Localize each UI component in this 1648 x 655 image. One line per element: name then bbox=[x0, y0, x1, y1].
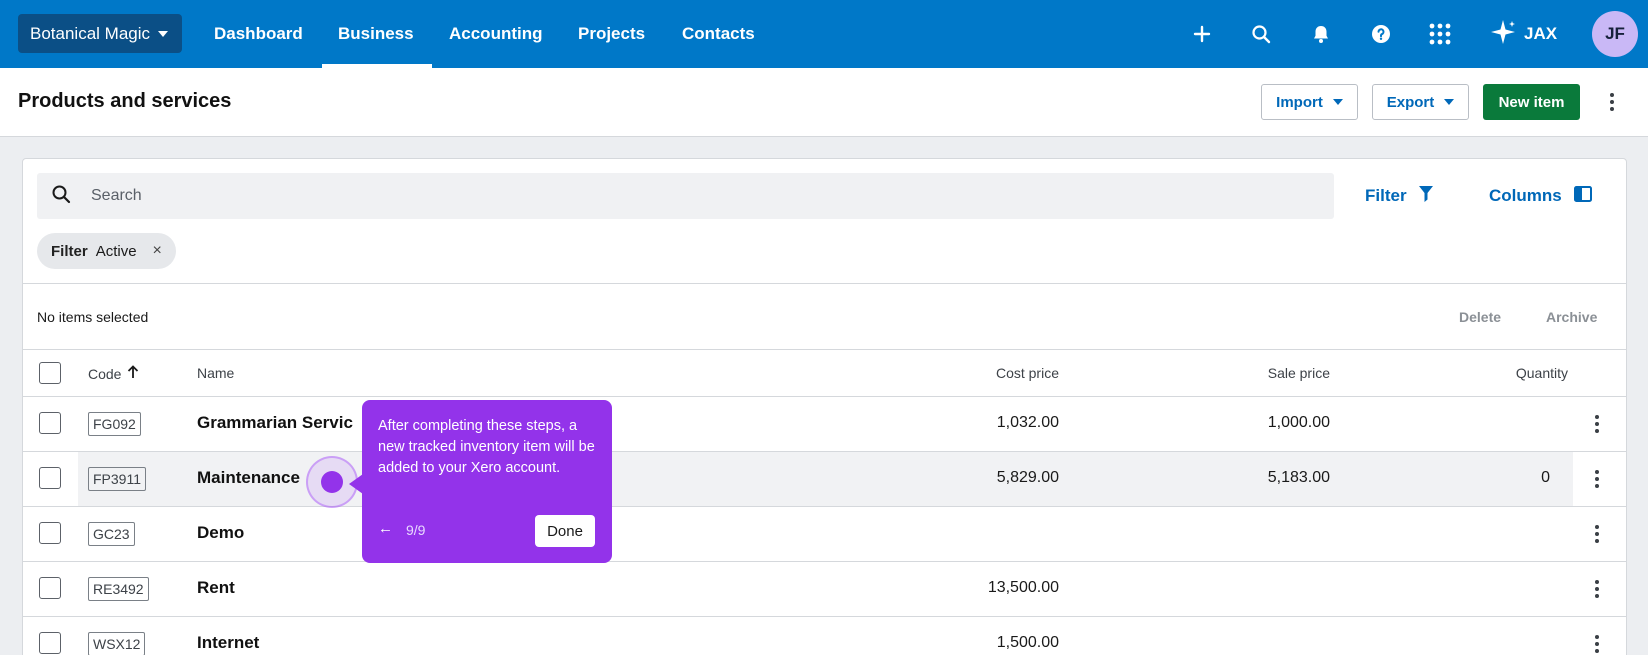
sort-ascending-icon bbox=[127, 365, 139, 382]
columns-button[interactable]: Columns bbox=[1489, 173, 1592, 219]
search-input[interactable]: Search bbox=[37, 173, 1334, 219]
column-header-name[interactable]: Name bbox=[197, 365, 234, 381]
row-checkbox[interactable] bbox=[39, 577, 61, 599]
filter-button[interactable]: Filter bbox=[1365, 173, 1433, 219]
jax-label: JAX bbox=[1524, 24, 1558, 43]
plus-icon[interactable] bbox=[1182, 14, 1222, 54]
column-header-cost-price[interactable]: Cost price bbox=[996, 365, 1059, 381]
back-arrow-icon[interactable]: ← bbox=[378, 520, 393, 537]
filter-label: Filter bbox=[1365, 186, 1407, 205]
column-label-code: Code bbox=[88, 365, 122, 382]
sale-price: 5,183.00 bbox=[1267, 469, 1330, 486]
import-button[interactable]: Import bbox=[1261, 84, 1358, 120]
cost-price: 13,500.00 bbox=[987, 579, 1059, 596]
chevron-down-icon bbox=[1332, 99, 1343, 105]
search-placeholder: Search bbox=[91, 187, 142, 204]
column-header-code[interactable]: Code bbox=[88, 365, 139, 382]
nav-projects[interactable]: Projects bbox=[578, 0, 645, 68]
chevron-down-icon bbox=[1444, 99, 1455, 105]
filter-chip-value: Active bbox=[95, 242, 137, 260]
search-icon[interactable] bbox=[1241, 14, 1281, 54]
item-name[interactable]: Rent bbox=[197, 578, 235, 598]
cost-price: 5,829.00 bbox=[996, 469, 1059, 486]
import-label: Import bbox=[1276, 93, 1323, 111]
nav-business[interactable]: Business bbox=[338, 0, 414, 68]
filter-chip-key: Filter bbox=[51, 242, 88, 260]
columns-label: Columns bbox=[1489, 186, 1562, 205]
top-nav: Botanical Magic Dashboard Business Accou… bbox=[0, 0, 1648, 68]
selection-status: No items selected bbox=[37, 309, 149, 325]
item-name[interactable]: Grammarian Servic bbox=[197, 413, 353, 433]
export-label: Export bbox=[1386, 93, 1435, 111]
nav-contacts[interactable]: Contacts bbox=[682, 0, 755, 68]
column-header-sale-price[interactable]: Sale price bbox=[1268, 365, 1330, 381]
cost-price: 1,032.00 bbox=[996, 414, 1059, 431]
select-all-checkbox[interactable] bbox=[39, 362, 61, 384]
item-code: WSX12 bbox=[88, 632, 146, 655]
search-icon bbox=[51, 184, 71, 209]
row-more-options-icon[interactable] bbox=[1587, 409, 1607, 439]
item-code: RE3492 bbox=[88, 577, 149, 601]
row-checkbox[interactable] bbox=[39, 522, 61, 544]
table-row[interactable]: FG092 Grammarian Servic 1,032.00 1,000.0… bbox=[23, 397, 1626, 452]
avatar[interactable]: JF bbox=[1592, 11, 1638, 57]
page-header: Products and services Import Export New … bbox=[0, 68, 1648, 137]
done-button[interactable]: Done bbox=[535, 515, 595, 547]
table-row[interactable]: FP3911 Maintenance 5,829.00 5,183.00 0 bbox=[23, 452, 1626, 507]
item-name[interactable]: Maintenance bbox=[197, 468, 300, 488]
org-name: Botanical Magic bbox=[30, 23, 151, 43]
column-header-quantity[interactable]: Quantity bbox=[1516, 365, 1568, 381]
item-name[interactable]: Internet bbox=[197, 633, 259, 653]
nav-accounting[interactable]: Accounting bbox=[449, 0, 543, 68]
tooltip-pointer bbox=[349, 474, 363, 494]
divider bbox=[23, 349, 1626, 350]
hotspot-dot bbox=[321, 471, 343, 493]
item-code: FP3911 bbox=[88, 467, 146, 491]
row-checkbox[interactable] bbox=[39, 632, 61, 654]
help-icon[interactable] bbox=[1361, 14, 1401, 54]
table-row[interactable]: RE3492 Rent 13,500.00 bbox=[23, 562, 1626, 617]
active-filter-chip: Filter Active × bbox=[37, 233, 176, 269]
sale-price: 1,000.00 bbox=[1267, 414, 1330, 431]
chevron-down-icon bbox=[158, 30, 169, 37]
row-checkbox[interactable] bbox=[39, 412, 61, 434]
close-icon[interactable]: × bbox=[153, 242, 162, 260]
row-more-options-icon[interactable] bbox=[1587, 629, 1607, 655]
row-more-options-icon[interactable] bbox=[1587, 574, 1607, 604]
export-button[interactable]: Export bbox=[1372, 84, 1469, 120]
tooltip-step-counter: 9/9 bbox=[406, 522, 426, 538]
tooltip-message: After completing these steps, a new trac… bbox=[378, 418, 595, 476]
bell-icon[interactable] bbox=[1301, 14, 1341, 54]
table-row[interactable]: WSX12 Internet 1,500.00 bbox=[23, 617, 1626, 655]
delete-button[interactable]: Delete bbox=[1459, 309, 1501, 325]
item-code: GC23 bbox=[88, 522, 135, 546]
page-title: Products and services bbox=[18, 90, 232, 112]
row-more-options-icon[interactable] bbox=[1587, 464, 1607, 494]
quantity: 0 bbox=[1541, 469, 1550, 486]
item-name[interactable]: Demo bbox=[197, 523, 244, 543]
row-highlight bbox=[78, 452, 1573, 506]
apps-grid-icon[interactable] bbox=[1420, 14, 1460, 54]
funnel-icon bbox=[1418, 185, 1433, 207]
org-switcher-button[interactable]: Botanical Magic bbox=[18, 14, 182, 53]
more-options-icon[interactable] bbox=[1602, 86, 1622, 118]
archive-button[interactable]: Archive bbox=[1546, 309, 1597, 325]
item-code: FG092 bbox=[88, 412, 141, 436]
walkthrough-tooltip: After completing these steps, a new trac… bbox=[362, 400, 612, 563]
divider bbox=[23, 283, 1626, 284]
products-card: Search Filter Columns Filter Active × No… bbox=[22, 158, 1627, 655]
sparkle-icon bbox=[1490, 19, 1516, 50]
columns-icon bbox=[1573, 185, 1592, 207]
jax-assistant-button[interactable]: JAX bbox=[1490, 14, 1557, 54]
new-item-button[interactable]: New item bbox=[1483, 84, 1580, 120]
nav-dashboard[interactable]: Dashboard bbox=[214, 0, 303, 68]
row-checkbox[interactable] bbox=[39, 467, 61, 489]
table-row[interactable]: GC23 Demo bbox=[23, 507, 1626, 562]
cost-price: 1,500.00 bbox=[996, 634, 1059, 651]
row-more-options-icon[interactable] bbox=[1587, 519, 1607, 549]
